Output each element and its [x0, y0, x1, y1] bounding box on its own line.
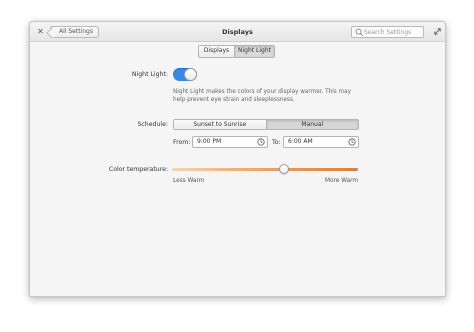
toggle-knob — [184, 68, 197, 81]
slider-handle[interactable] — [278, 164, 289, 174]
search-box[interactable] — [351, 26, 424, 38]
from-time-field[interactable]: 9:00 PM — [192, 136, 268, 148]
night-light-label: Night Light: — [131, 71, 168, 78]
schedule-label: Schedule: — [137, 121, 168, 128]
more-warm-label: More Warm — [325, 178, 359, 184]
less-warm-label: Less Warm — [173, 178, 205, 184]
tab-displays[interactable]: Displays — [199, 46, 234, 57]
night-light-description: Night Light makes the colors of your dis… — [173, 89, 351, 103]
maximize-icon[interactable] — [433, 27, 442, 36]
from-label: From: — [173, 139, 191, 146]
settings-window: ✕ All Settings Displays Displays Night L… — [29, 21, 446, 297]
night-light-toggle[interactable] — [173, 68, 197, 81]
stack-switcher: Displays Night Light — [198, 45, 275, 58]
color-temperature-slider[interactable] — [172, 168, 358, 171]
schedule-option-sunset-to-sunrise[interactable]: Sunset to Sunrise — [174, 120, 266, 129]
schedule-selector: Sunset to Sunrise Manual — [173, 119, 359, 130]
clock-icon — [257, 138, 265, 146]
schedule-option-manual[interactable]: Manual — [265, 120, 358, 129]
color-temperature-label: Color temperature: — [108, 166, 168, 173]
search-input[interactable] — [364, 27, 422, 37]
titlebar: ✕ All Settings Displays — [30, 22, 445, 42]
to-label: To: — [272, 139, 281, 146]
from-time-value: 9:00 PM — [197, 138, 222, 145]
to-time-field[interactable]: 6:00 AM — [283, 136, 359, 148]
to-time-value: 6:00 AM — [288, 138, 313, 145]
search-icon — [355, 28, 364, 37]
tab-night-light[interactable]: Night Light — [234, 46, 274, 57]
clock-icon — [348, 138, 356, 146]
